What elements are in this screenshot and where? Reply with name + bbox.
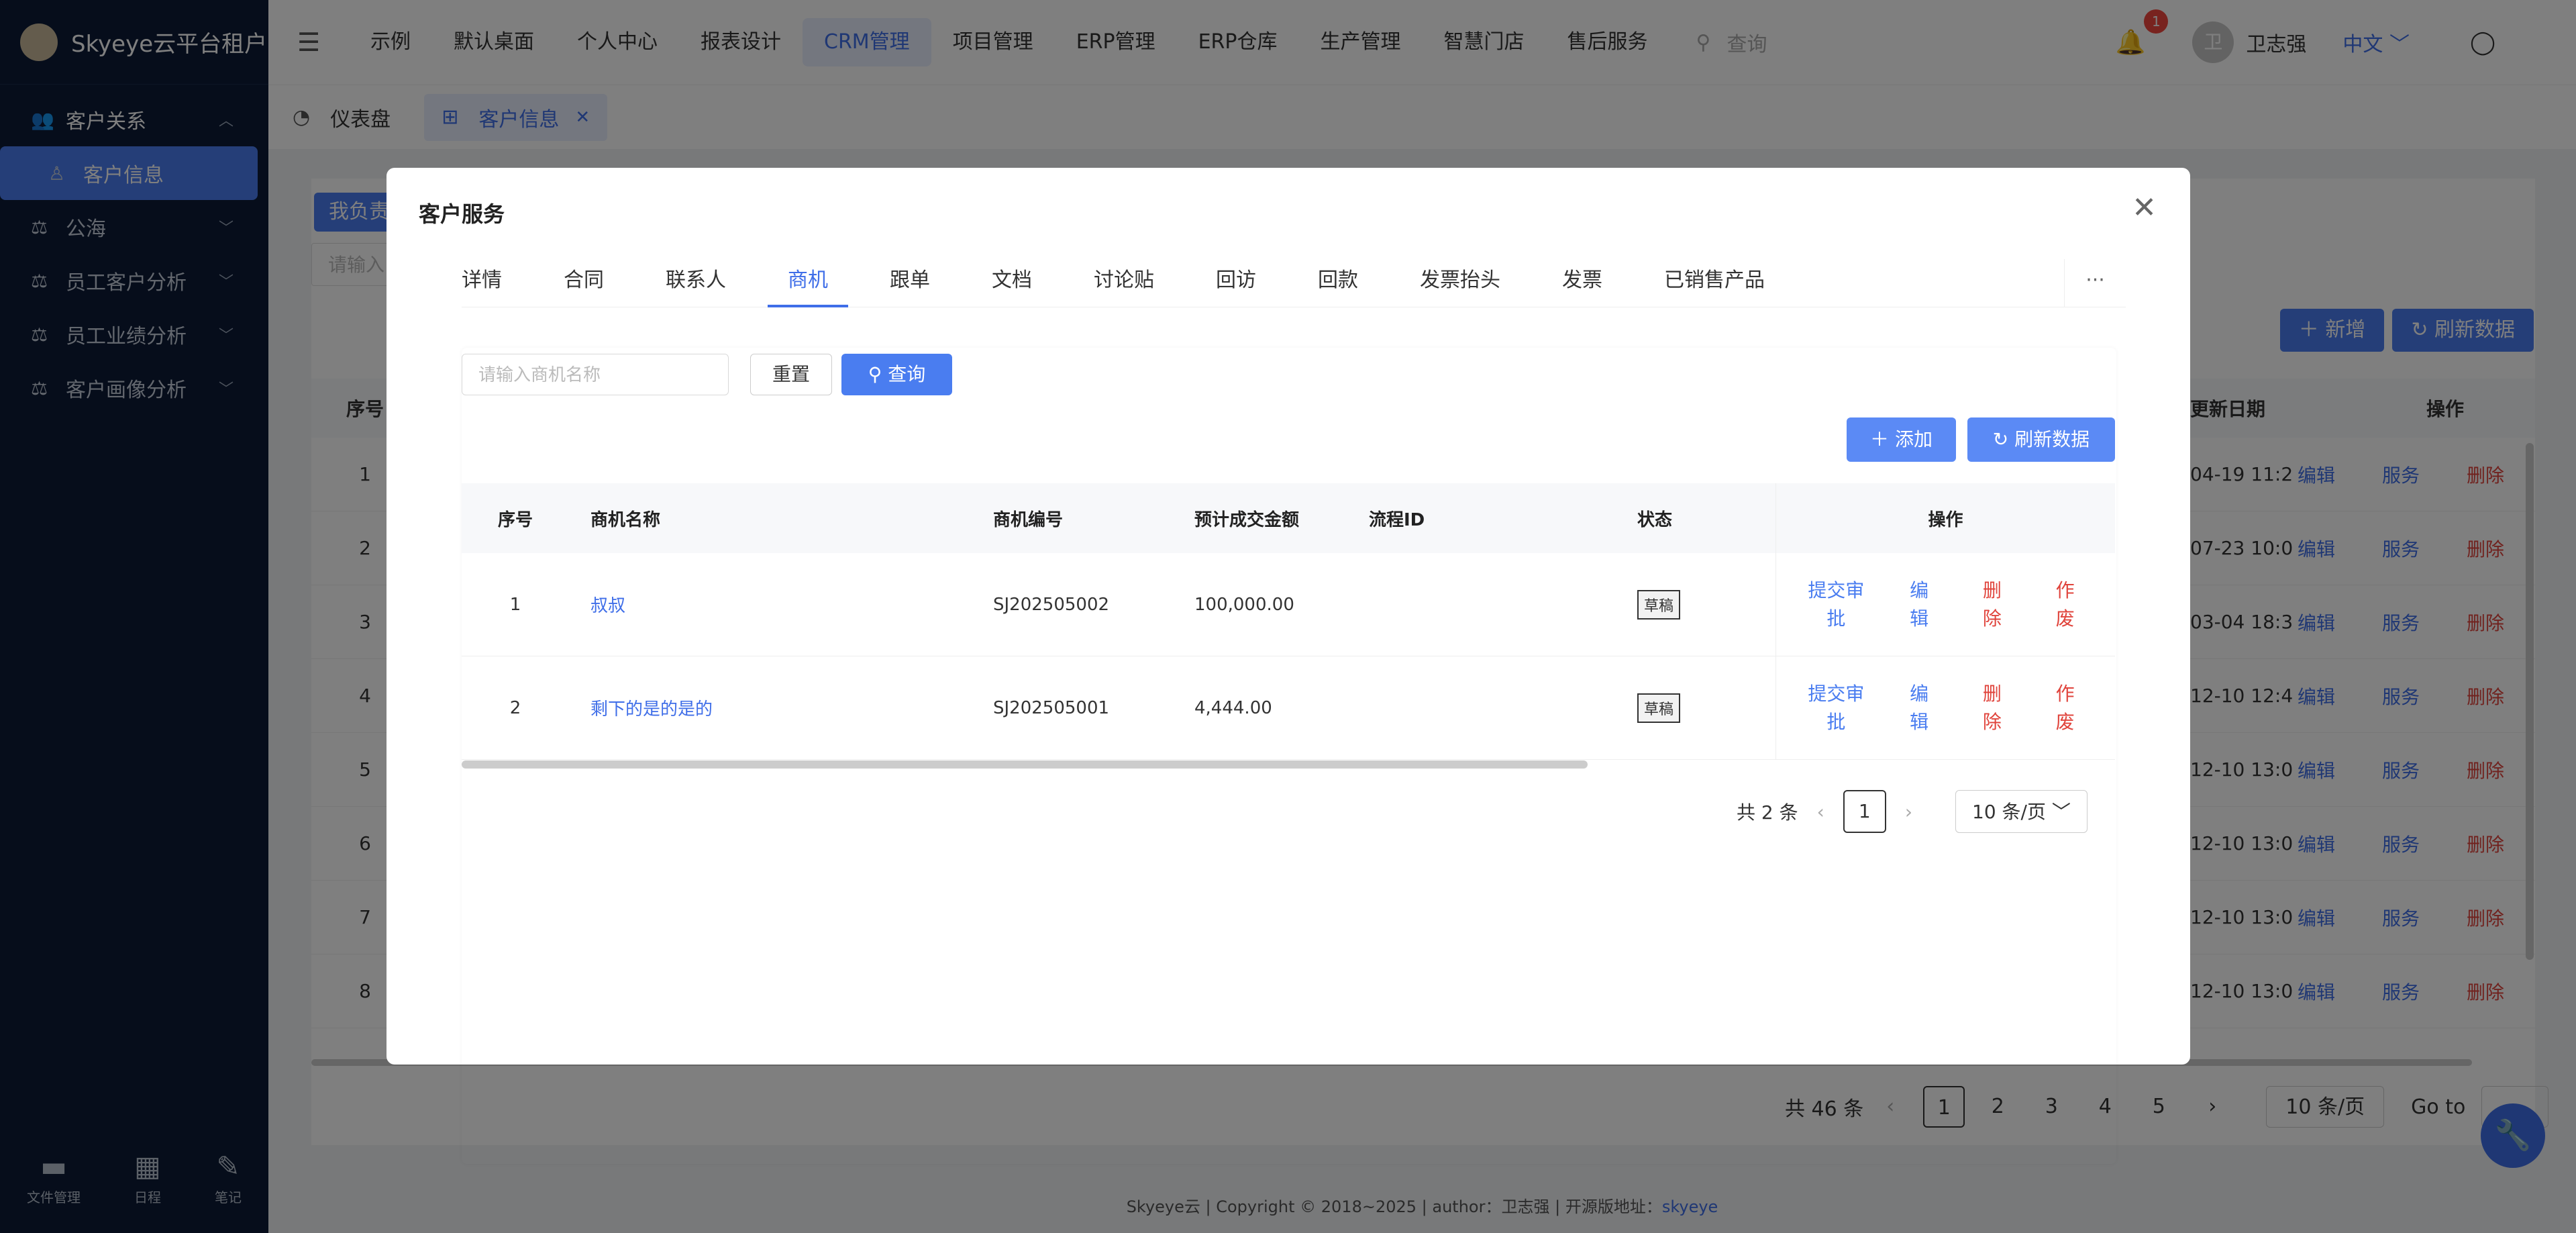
page-size-label: 10 条/页: [1972, 801, 2046, 823]
header-seq: 序号: [497, 509, 533, 530]
tab-opportunity[interactable]: 商机: [768, 259, 848, 307]
tab-detail[interactable]: 详情: [462, 259, 502, 307]
opportunity-search-input[interactable]: 请输入商机名称: [462, 354, 729, 395]
refresh-data-button[interactable]: ↻ 刷新数据: [1967, 417, 2115, 462]
table-row: 1 叔叔 SJ202505002 100,000.00 草稿 提交审批 编辑 删…: [462, 553, 2115, 656]
edit-link[interactable]: 编辑: [1892, 577, 1946, 633]
next-page-icon[interactable]: ›: [1905, 801, 1912, 823]
op-text: 辑: [1910, 607, 1929, 630]
tab-revisit[interactable]: 回访: [1216, 259, 1256, 307]
row-ops: 提交审批 编辑 删除 作废: [1775, 656, 2115, 759]
tab-payment[interactable]: 回款: [1318, 259, 1358, 307]
op-text: 提交审: [1808, 579, 1865, 601]
row-seq: 2: [509, 697, 521, 718]
op-text: 除: [1982, 607, 2002, 630]
modal-title: 客户服务: [419, 201, 505, 227]
op-text: 辑: [1910, 710, 1929, 733]
edit-link[interactable]: 编辑: [1892, 680, 1946, 736]
plus-icon: ＋: [1870, 428, 1890, 450]
op-text: 作: [2055, 579, 2075, 601]
add-button[interactable]: ＋ 添加: [1847, 417, 1956, 462]
row-seq: 1: [509, 594, 521, 615]
tab-sold-products[interactable]: 已销售产品: [1664, 259, 1765, 307]
add-label: 添加: [1894, 428, 1933, 450]
op-text: 废: [2055, 710, 2075, 733]
more-tabs-icon[interactable]: ···: [2064, 259, 2126, 307]
reset-button[interactable]: 重置: [750, 354, 832, 395]
tab-follow[interactable]: 跟单: [890, 259, 930, 307]
row-status: 草稿: [1616, 693, 1770, 723]
tab-contract[interactable]: 合同: [564, 259, 604, 307]
prev-page-icon[interactable]: ‹: [1817, 801, 1824, 823]
page-size-select[interactable]: 10 条/页 ﹀: [1955, 790, 2088, 833]
tab-contacts[interactable]: 联系人: [666, 259, 726, 307]
header-amount: 预计成交金额: [1194, 509, 1300, 530]
refresh-label: 刷新数据: [2014, 428, 2090, 450]
op-text: 除: [1982, 710, 2002, 733]
status-badge: 草稿: [1637, 589, 1681, 620]
row-code: SJ202505002: [993, 594, 1110, 615]
tab-documents[interactable]: 文档: [992, 259, 1032, 307]
op-text: 编: [1910, 579, 1929, 601]
header-code: 商机编号: [993, 509, 1064, 530]
op-text: 作: [2055, 682, 2075, 705]
row-code: SJ202505001: [993, 697, 1110, 718]
current-page[interactable]: 1: [1843, 790, 1886, 833]
op-text: 编: [1910, 682, 1929, 705]
header-ops: 操作: [1775, 483, 2115, 553]
op-text: 废: [2055, 607, 2075, 630]
close-icon[interactable]: ✕: [2132, 191, 2157, 225]
table-header: 序号 商机名称 商机编号 预计成交金额 流程ID 状态 操作: [462, 483, 2115, 553]
tab-discussion[interactable]: 讨论贴: [1094, 259, 1154, 307]
status-badge: 草稿: [1637, 693, 1681, 723]
void-link[interactable]: 作废: [2039, 577, 2092, 633]
tab-invoice-header[interactable]: 发票抬头: [1420, 259, 1500, 307]
header-name: 商机名称: [590, 509, 661, 530]
op-text: 删: [1982, 579, 2002, 601]
row-name: 剩下的是的是的: [569, 695, 972, 720]
chevron-down-icon: ﹀: [2051, 801, 2071, 823]
header-flow: 流程ID: [1369, 509, 1425, 530]
opportunity-table: 序号 商机名称 商机编号 预计成交金额 流程ID 状态 操作 1 叔叔 SJ20…: [462, 483, 2115, 760]
opportunity-name-link[interactable]: 剩下的是的是的: [590, 699, 713, 720]
op-text: 删: [1982, 682, 2002, 705]
modal-tabs: 详情 合同 联系人 商机 跟单 文档 讨论贴 回访 回款 发票抬头 发票 已销售…: [462, 259, 2126, 307]
query-label: 查询: [888, 363, 926, 385]
op-text: 批: [1826, 710, 1846, 733]
void-link[interactable]: 作废: [2039, 680, 2092, 736]
submit-approval-link[interactable]: 提交审批: [1799, 577, 1873, 633]
query-button[interactable]: ⚲ 查询: [841, 354, 952, 395]
row-name: 叔叔: [569, 592, 972, 617]
table-row: 2 剩下的是的是的 SJ202505001 4,444.00 草稿 提交审批 编…: [462, 656, 2115, 760]
search-icon: ⚲: [868, 363, 882, 385]
submit-approval-link[interactable]: 提交审批: [1799, 680, 1873, 736]
row-amount: 4,444.00: [1194, 697, 1272, 718]
op-text: 提交审: [1808, 682, 1865, 705]
refresh-icon: ↻: [1992, 428, 2009, 450]
row-status: 草稿: [1616, 589, 1770, 620]
row-ops: 提交审批 编辑 删除 作废: [1775, 553, 2115, 656]
header-status: 状态: [1637, 509, 1673, 530]
opportunity-name-link[interactable]: 叔叔: [590, 596, 625, 616]
table-horizontal-scrollbar[interactable]: [462, 760, 1588, 769]
op-text: 批: [1826, 607, 1846, 630]
row-amount: 100,000.00: [1194, 594, 1294, 615]
delete-link[interactable]: 删除: [1965, 577, 2019, 633]
delete-link[interactable]: 删除: [1965, 680, 2019, 736]
tab-invoice[interactable]: 发票: [1562, 259, 1602, 307]
modal-pagination: 共 2 条 ‹ 1 › 10 条/页 ﹀: [1737, 790, 2088, 833]
pager-total: 共 2 条: [1737, 801, 1798, 824]
